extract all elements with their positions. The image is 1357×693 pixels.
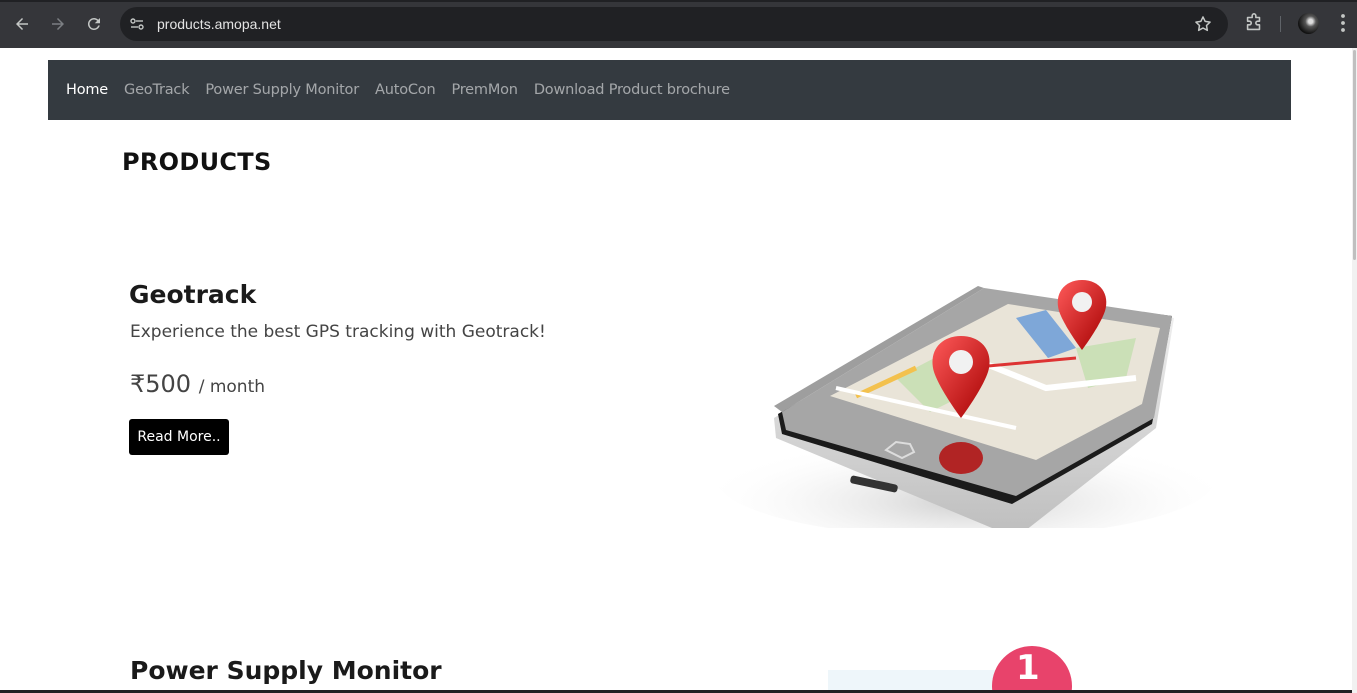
geotrack-phone-image (716, 228, 1224, 538)
toolbar-divider (1280, 16, 1281, 32)
nav-download-brochure[interactable]: Download Product brochure (534, 82, 730, 98)
product-title: Geotrack (129, 280, 257, 309)
product-description: Experience the best GPS tracking with Ge… (130, 322, 546, 342)
nav-autocon[interactable]: AutoCon (375, 82, 436, 98)
back-button[interactable] (10, 12, 34, 36)
power-monitor-image: 1 (828, 642, 1078, 690)
price-amount: ₹500 (130, 370, 192, 398)
product-price: ₹500 / month (130, 370, 265, 398)
bookmark-star-icon[interactable] (1193, 14, 1213, 39)
reload-button[interactable] (82, 12, 106, 36)
reload-icon (87, 17, 100, 30)
browser-toolbar: products.amopa.net (0, 0, 1357, 48)
price-period: / month (198, 377, 266, 397)
step-badge-number: 1 (1016, 648, 1040, 688)
arrow-right-icon (52, 18, 64, 30)
arrow-left-icon (16, 18, 28, 30)
nav-power-supply-monitor[interactable]: Power Supply Monitor (205, 82, 359, 98)
page-scrollbar[interactable] (1352, 48, 1357, 693)
page-title: PRODUCTS (122, 148, 272, 176)
nav-premmon[interactable]: PremMon (451, 82, 518, 98)
site-navbar: Home GeoTrack Power Supply Monitor AutoC… (48, 60, 1291, 120)
address-bar[interactable]: products.amopa.net (120, 7, 1228, 41)
kebab-menu-icon[interactable] (1334, 12, 1352, 39)
scrollbar-thumb[interactable] (1353, 50, 1356, 260)
page-viewport: Home GeoTrack Power Supply Monitor AutoC… (0, 48, 1352, 690)
nav-home[interactable]: Home (66, 82, 108, 98)
extensions-puzzle-icon[interactable] (1243, 12, 1265, 39)
forward-button[interactable] (46, 12, 70, 36)
read-more-button[interactable]: Read More.. (129, 419, 229, 455)
product-title-2: Power Supply Monitor (130, 656, 442, 685)
profile-avatar[interactable] (1298, 13, 1319, 34)
url-text[interactable]: products.amopa.net (157, 16, 281, 32)
tab-strip-edge (0, 0, 1357, 2)
nav-geotrack[interactable]: GeoTrack (124, 82, 190, 98)
site-settings-icon[interactable] (128, 15, 146, 33)
